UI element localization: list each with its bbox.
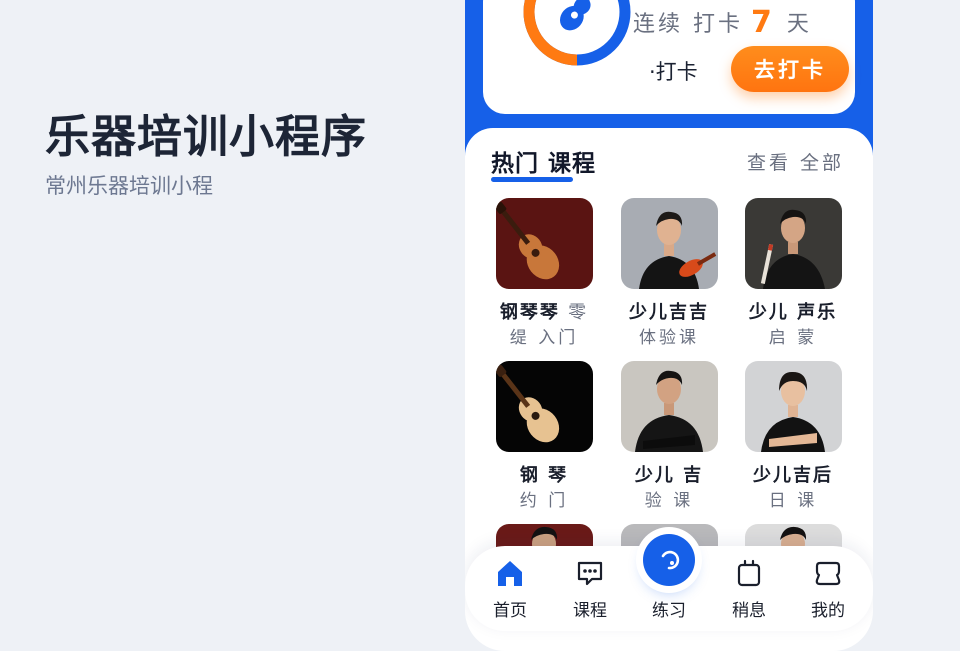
course-card[interactable]: 钢琴琴 零 缇 入门 <box>482 198 606 348</box>
profile-icon <box>813 558 843 588</box>
course-thumbnail <box>621 361 718 452</box>
course-card[interactable]: 少儿 声乐 启 蒙 <box>731 198 855 348</box>
tab-label: 稍息 <box>732 601 766 621</box>
tab-home[interactable]: 首页 <box>470 546 550 631</box>
tab-label: 课程 <box>573 601 607 621</box>
course-thumbnail <box>496 198 593 289</box>
checkin-sub-label: ·打卡 <box>649 60 698 84</box>
tab-label: 我的 <box>811 601 845 621</box>
course-title: 钢琴琴 <box>499 302 560 323</box>
promo-title: 乐器培训小程序 <box>45 110 368 163</box>
clipboard-icon <box>734 558 764 588</box>
course-title: 少儿 声乐 <box>748 302 838 323</box>
checkin-card: 连续 打卡 7 天 ·打卡 去打卡 <box>483 0 855 114</box>
course-title: 少儿吉吉 <box>629 302 709 323</box>
tab-courses[interactable]: 课程 <box>550 546 630 631</box>
course-chat-icon <box>575 558 605 588</box>
home-icon <box>495 558 525 588</box>
tab-messages[interactable]: 稍息 <box>709 546 789 631</box>
bottom-tab-bar: 首页 课程 练习 稍息 我的 <box>465 534 873 631</box>
course-thumbnail <box>745 198 842 289</box>
course-card[interactable]: 少儿吉吉 体验课 <box>607 198 731 348</box>
course-subtitle: 日 课 <box>768 491 818 511</box>
course-title-extra: 零 <box>568 302 589 323</box>
course-title: 少儿 吉 <box>634 465 704 486</box>
course-thumbnail <box>745 361 842 452</box>
tab-label: 首页 <box>493 601 527 621</box>
streak-prefix: 连续 打卡 <box>633 12 743 37</box>
checkin-button[interactable]: 去打卡 <box>731 46 849 92</box>
course-subtitle: 约 门 <box>519 491 569 511</box>
course-title: 钢 琴 <box>519 465 569 486</box>
course-title: 少儿吉后 <box>753 465 833 486</box>
tab-practice[interactable]: 练习 <box>629 534 709 631</box>
course-subtitle: 缇 入门 <box>509 328 579 348</box>
course-card[interactable]: 少儿吉后 日 课 <box>731 361 855 511</box>
checkin-progress-ring <box>523 0 631 80</box>
streak-suffix: 天 <box>786 12 812 37</box>
course-thumbnail <box>621 198 718 289</box>
course-card[interactable]: 钢 琴 约 门 <box>482 361 606 511</box>
promo-subtitle: 常州乐器培训小程 <box>45 174 213 198</box>
course-subtitle: 体验课 <box>639 328 699 348</box>
practice-icon <box>643 534 695 586</box>
course-subtitle: 启 蒙 <box>768 328 818 348</box>
course-card[interactable]: 少儿 吉 验 课 <box>607 361 731 511</box>
tab-profile[interactable]: 我的 <box>788 546 868 631</box>
streak-text: 连续 打卡 7 天 <box>633 2 812 42</box>
tab-label: 练习 <box>652 601 686 621</box>
course-thumbnail <box>496 361 593 452</box>
streak-days: 7 <box>751 4 775 40</box>
course-subtitle: 验 课 <box>644 491 694 511</box>
phone-screen: 连续 打卡 7 天 ·打卡 去打卡 热门 课程 查看 全部 钢琴琴 零 缇 入门… <box>465 0 873 651</box>
guitar-icon <box>559 0 601 31</box>
